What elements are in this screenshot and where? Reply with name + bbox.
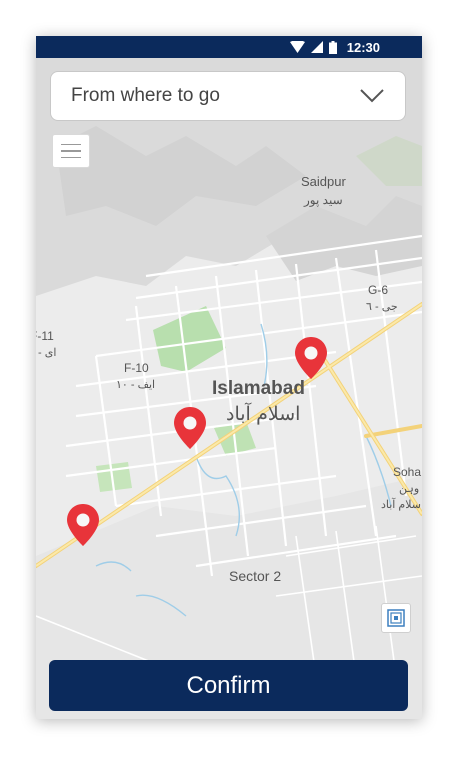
label-sohan-ur1: وہن [399,483,419,495]
label-sohan: Soha [393,465,421,479]
battery-icon [328,40,337,54]
label-islamabad: Islamabad [212,378,305,399]
status-time: 12:30 [346,39,380,55]
label-f11: F-11 [36,329,54,343]
label-sohan-ur2: سلام آباد [381,498,421,511]
phone-frame: 12:30 Saidpur سید پور G-6 جی - ٦ -11 - ا… [36,36,422,719]
map-view[interactable]: Saidpur سید پور G-6 جی - ٦ F-11 - ای F-1… [36,58,422,719]
menu-button[interactable] [52,134,90,168]
status-bar: 12:30 [36,36,422,58]
map-pin-marker[interactable] [66,503,100,547]
label-saidpur: Saidpur [301,174,346,189]
label-f11-ur: - ای [38,347,56,359]
menu-line [61,150,81,152]
origin-select-placeholder: From where to go [71,85,220,106]
signal-icon [310,41,323,53]
menu-line [61,156,81,159]
label-f10: F-10 [124,361,149,375]
layers-icon [387,609,405,627]
map-pin-marker[interactable] [173,406,207,450]
origin-select[interactable]: From where to go [50,71,406,121]
label-saidpur-ur: سید پور [303,193,343,207]
confirm-button[interactable]: Confirm [49,660,408,711]
label-islamabad-ur: اسلام آباد [226,402,300,425]
chevron-down-icon [360,89,384,103]
label-g6-ur: جی - ٦ [366,301,398,313]
label-g6: G-6 [368,283,388,297]
map-pin-marker[interactable] [294,336,328,380]
map-layers-button[interactable] [381,603,411,633]
label-f10-ur: ایف - ١٠ [116,379,155,391]
label-sector2: Sector 2 [229,568,281,584]
wifi-icon [289,41,305,53]
menu-line [61,143,81,146]
